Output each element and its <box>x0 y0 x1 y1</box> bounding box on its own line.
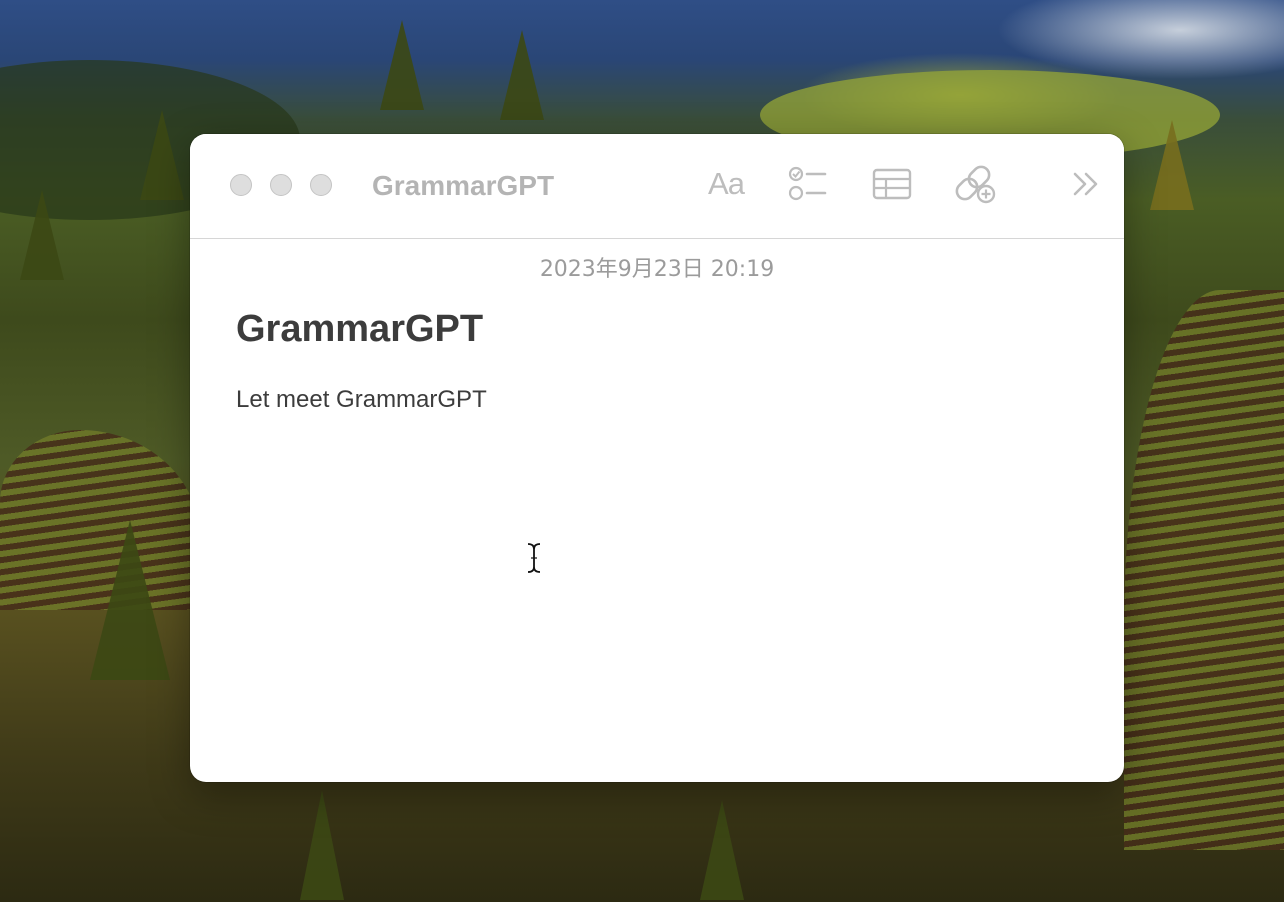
wallpaper-tree <box>90 520 170 680</box>
minimize-button[interactable] <box>270 174 292 196</box>
text-cursor-icon <box>527 543 541 573</box>
table-icon[interactable] <box>870 164 914 204</box>
more-icon[interactable] <box>1066 164 1106 204</box>
wallpaper-tree <box>380 20 424 110</box>
window-title: GrammarGPT <box>372 170 555 201</box>
wallpaper-tree <box>700 800 744 900</box>
link-icon[interactable] <box>952 164 1000 204</box>
note-date: 2023年9月23日 20:19 <box>539 257 775 282</box>
desktop-wallpaper: GrammarGPT Aa 2023年9月23日 20:19 GrammarGP… <box>0 0 1284 902</box>
format-icon[interactable]: Aa <box>702 164 750 204</box>
window-titlebar[interactable]: GrammarGPT Aa <box>190 134 1124 239</box>
close-button[interactable] <box>230 174 252 196</box>
note-title[interactable]: GrammarGPT <box>236 306 1078 352</box>
notes-window: GrammarGPT Aa 2023年9月23日 20:19 GrammarGP… <box>190 134 1124 782</box>
zoom-button[interactable] <box>310 174 332 196</box>
wallpaper-tree <box>1150 120 1194 210</box>
wallpaper-tree <box>140 110 184 200</box>
note-editor[interactable]: 2023年9月23日 20:19 GrammarGPT Let meet Gra… <box>190 256 1124 573</box>
checklist-icon[interactable] <box>786 164 830 204</box>
wallpaper-vineyard <box>1124 290 1284 850</box>
wallpaper-tree <box>300 790 344 900</box>
wallpaper-tree <box>20 190 64 280</box>
note-body[interactable]: Let meet GrammarGPT <box>236 384 1078 416</box>
wallpaper-tree <box>500 30 544 120</box>
